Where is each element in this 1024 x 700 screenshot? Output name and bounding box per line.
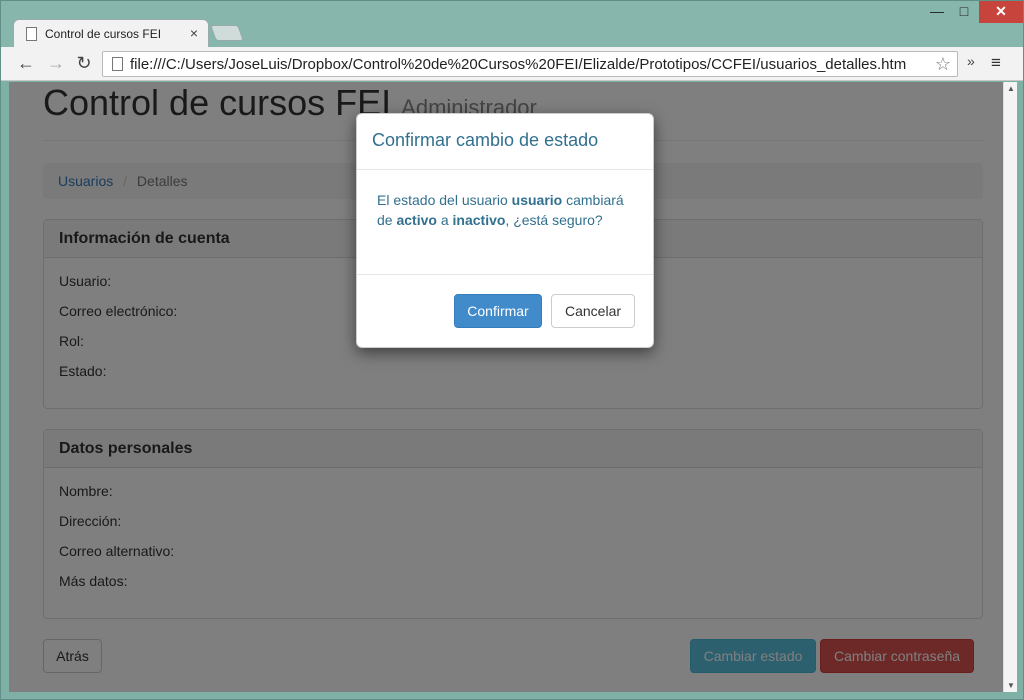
new-tab-button[interactable] [210,25,244,41]
page-icon [26,27,37,41]
browser-tab[interactable]: Control de cursos FEI × [13,19,209,47]
scroll-up-icon[interactable]: ▲ [1007,84,1015,93]
extensions-overflow-icon[interactable]: » [967,53,975,69]
close-window-button[interactable]: ✕ [979,1,1023,23]
modal-text-part: a [436,212,453,228]
confirm-button[interactable]: Confirmar [454,294,542,328]
browser-window: Control de cursos FEI × — □ ✕ ← → ↻ file… [0,0,1024,700]
tab-close-icon[interactable]: × [190,25,198,41]
modal-message: El estado del usuario usuario cambiará d… [357,170,653,275]
minimize-button[interactable]: — [923,1,951,23]
browser-menu-icon[interactable]: ≡ [991,53,1001,73]
title-bar: Control de cursos FEI × — □ ✕ [1,1,1023,47]
maximize-button[interactable]: □ [951,1,977,23]
reload-icon[interactable]: ↻ [71,52,97,76]
tab-title: Control de cursos FEI [45,27,162,41]
browser-toolbar: ← → ↻ file:///C:/Users/JoseLuis/Dropbox/… [1,47,1023,81]
address-bar[interactable]: file:///C:/Users/JoseLuis/Dropbox/Contro… [102,51,958,77]
modal-text-part: El estado del usuario [377,192,512,208]
cancel-button[interactable]: Cancelar [551,294,635,328]
scroll-down-icon[interactable]: ▼ [1007,681,1015,690]
url-text[interactable]: file:///C:/Users/JoseLuis/Dropbox/Contro… [130,56,930,73]
forward-arrow-icon[interactable]: → [43,52,69,76]
modal-title: Confirmar cambio de estado [372,130,599,150]
page-scrollbar[interactable]: ▲ ▼ [1003,82,1017,692]
modal-from-state: activo [396,212,437,228]
bookmark-star-icon[interactable]: ☆ [935,54,951,75]
modal-to-state: inactivo [452,212,506,228]
modal-username: usuario [511,192,563,208]
back-arrow-icon[interactable]: ← [13,52,39,76]
file-icon [112,57,123,71]
confirm-state-modal: Confirmar cambio de estado El estado del… [356,113,654,348]
modal-text-part: , ¿está seguro? [505,212,603,228]
